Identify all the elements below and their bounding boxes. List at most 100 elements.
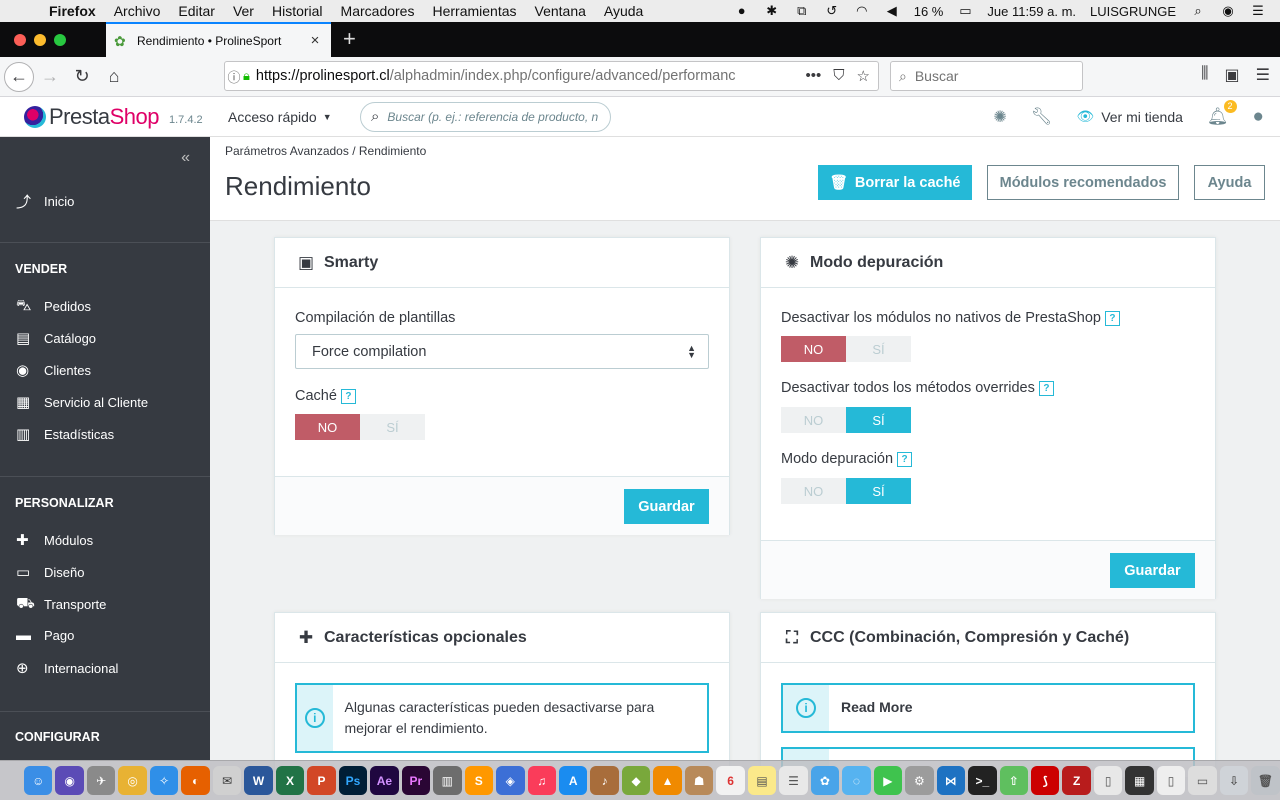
reminders-icon[interactable]: ☰: [779, 766, 808, 795]
photoshop-icon[interactable]: Ps: [338, 766, 368, 795]
premiere-icon[interactable]: Pr: [401, 766, 431, 795]
home-button[interactable]: ⌂: [98, 61, 130, 93]
debug-mode-no[interactable]: NO: [781, 478, 846, 504]
recommended-modules-button[interactable]: Módulos recomendados: [987, 165, 1179, 200]
disable-modules-no[interactable]: NO: [781, 336, 846, 362]
notes-icon[interactable]: ▤: [747, 766, 777, 795]
activity-monitor-icon[interactable]: ▦: [1125, 766, 1154, 795]
url-text[interactable]: https://prolinesport.cl/alphadmin/index.…: [256, 68, 798, 84]
breadcrumb-parent[interactable]: Parámetros Avanzados: [225, 144, 349, 158]
bird-icon[interactable]: ✱: [764, 4, 780, 18]
view-store-link[interactable]: 👁︎ Ver mi tienda: [1076, 108, 1183, 125]
facetime-icon[interactable]: ▶: [873, 766, 903, 795]
close-window-button[interactable]: [14, 34, 26, 46]
notification-center-icon[interactable]: ☰: [1250, 4, 1266, 18]
pocket-icon[interactable]: ⛉: [833, 67, 844, 85]
lock-icon[interactable]: 🔒︎: [243, 68, 250, 84]
firefox-icon[interactable]: ◐: [181, 766, 210, 795]
close-tab-icon[interactable]: ×: [307, 32, 323, 49]
menu-ayuda[interactable]: Ayuda: [595, 3, 652, 19]
maintenance-wrench-icon[interactable]: 🔧︎: [1031, 107, 1053, 127]
cache-switch-no[interactable]: NO: [295, 414, 360, 440]
launchpad-icon[interactable]: ✈: [86, 766, 116, 795]
info-icon[interactable]: ⓘ: [225, 67, 243, 86]
library-icon[interactable]: ⫼: [1201, 65, 1208, 85]
debug-save-button[interactable]: Guardar: [1110, 553, 1195, 588]
vlc-icon[interactable]: ▲: [653, 766, 682, 795]
menu-archivo[interactable]: Archivo: [105, 3, 170, 19]
debug-mode-switch[interactable]: NO SÍ: [781, 478, 911, 504]
sidebar-item-estadisticas[interactable]: ▥ Estadísticas: [16, 425, 114, 443]
debug-mode-yes[interactable]: SÍ: [846, 478, 911, 504]
cache-switch-yes[interactable]: SÍ: [360, 414, 425, 440]
help-icon[interactable]: ?: [1104, 310, 1120, 326]
sidebar-item-transporte[interactable]: ⛟ Transporte: [16, 595, 106, 614]
sidebar-item-internacional[interactable]: ⊕ Internacional: [16, 659, 118, 677]
menu-historial[interactable]: Historial: [263, 3, 332, 19]
menu-ver[interactable]: Ver: [224, 3, 263, 19]
browser-search-input[interactable]: ⌕ Buscar: [890, 61, 1083, 91]
sidebar-item-servicio[interactable]: ▦ Servicio al Cliente: [16, 393, 148, 411]
url-bar[interactable]: ⓘ 🔒︎ https://prolinesport.cl/alphadmin/i…: [224, 61, 879, 91]
hamburger-menu-icon[interactable]: ☰: [1256, 65, 1270, 85]
trash-icon[interactable]: 🗑︎: [1251, 766, 1280, 795]
archive-icon[interactable]: ▥: [433, 766, 462, 795]
sidebar-item-inicio[interactable]: ⤴ Inicio: [16, 191, 74, 212]
screenshot-icon[interactable]: ▭: [1188, 766, 1217, 795]
browser-tab[interactable]: ✿ Rendimiento • ProlineSport ×: [106, 22, 331, 57]
mail-icon[interactable]: ✉: [212, 766, 242, 795]
battery-percent[interactable]: 16 %: [914, 4, 944, 19]
disable-modules-switch[interactable]: NO SÍ: [781, 336, 911, 362]
new-tab-button[interactable]: +: [331, 26, 368, 57]
template-compilation-select[interactable]: Force compilation ▲ ▼: [295, 334, 709, 369]
excel-icon[interactable]: X: [275, 766, 305, 795]
chrome-icon[interactable]: ◎: [118, 766, 147, 795]
menubar-user[interactable]: LUISGRUNGE: [1090, 4, 1176, 19]
menubar-clock[interactable]: Jue 11:59 a. m.: [987, 4, 1076, 19]
disable-overrides-no[interactable]: NO: [781, 407, 846, 433]
messages-icon[interactable]: ◌: [842, 766, 871, 795]
help-icon[interactable]: ?: [897, 451, 913, 467]
powerpoint-icon[interactable]: P: [307, 766, 336, 795]
sidebar-item-clientes[interactable]: ◉ Clientes: [16, 361, 91, 379]
screen-share-icon[interactable]: ⧉: [794, 4, 810, 18]
sidebar-item-pedidos[interactable]: ⛍ Pedidos: [16, 297, 91, 316]
menu-firefox[interactable]: Firefox: [40, 3, 105, 19]
menu-marcadores[interactable]: Marcadores: [332, 3, 424, 19]
minimize-window-button[interactable]: [34, 34, 46, 46]
app-store-icon[interactable]: A: [558, 766, 588, 795]
sidebar-item-modulos[interactable]: ✚ Módulos: [16, 531, 93, 549]
notifications-bell-icon[interactable]: 🔔︎ 2: [1207, 99, 1237, 127]
vscode-icon[interactable]: ⋈: [936, 766, 966, 795]
calendar-icon[interactable]: 6: [716, 766, 745, 795]
sidebar-item-catalogo[interactable]: ▤ Catálogo: [16, 329, 96, 347]
disable-overrides-switch[interactable]: NO SÍ: [781, 407, 911, 433]
clear-cache-button[interactable]: 🗑︎ Borrar la caché: [818, 165, 972, 200]
acrobat-icon[interactable]: ⟆: [1031, 766, 1060, 795]
help-icon[interactable]: ?: [1038, 380, 1054, 396]
finder-icon[interactable]: ☺: [24, 766, 53, 795]
rocket-icon[interactable]: ⇧: [999, 766, 1028, 795]
menu-editar[interactable]: Editar: [169, 3, 224, 19]
bookmark-star-icon[interactable]: ☆: [857, 67, 870, 85]
sidebar-item-pago[interactable]: ▬ Pago: [16, 627, 74, 644]
volume-icon[interactable]: ◀: [884, 4, 900, 18]
garageband-icon[interactable]: ♪: [590, 766, 619, 795]
read-more-alert[interactable]: i Read More: [781, 683, 1195, 733]
record-icon[interactable]: ●: [734, 4, 750, 18]
employee-avatar-icon[interactable]: ●: [1253, 106, 1264, 128]
virtualbox-icon[interactable]: ◈: [496, 766, 525, 795]
spotlight-icon[interactable]: ⌕: [1190, 4, 1206, 18]
photos-icon[interactable]: ✿: [810, 766, 840, 795]
document-icon[interactable]: ▯: [1093, 766, 1123, 795]
quick-access-dropdown[interactable]: Acceso rápido ▼: [228, 109, 360, 125]
siri-icon[interactable]: ◉: [55, 766, 84, 795]
downloads-icon[interactable]: ⇩: [1219, 766, 1249, 795]
itunes-icon[interactable]: ♫: [527, 766, 556, 795]
sidebar-toggle-icon[interactable]: ▣: [1225, 65, 1240, 85]
system-prefs-icon[interactable]: ⚙: [905, 766, 934, 795]
disable-modules-yes[interactable]: SÍ: [846, 336, 911, 362]
sublime-icon[interactable]: S: [464, 766, 494, 795]
safari-icon[interactable]: ✧: [149, 766, 179, 795]
zoom-window-button[interactable]: [54, 34, 66, 46]
